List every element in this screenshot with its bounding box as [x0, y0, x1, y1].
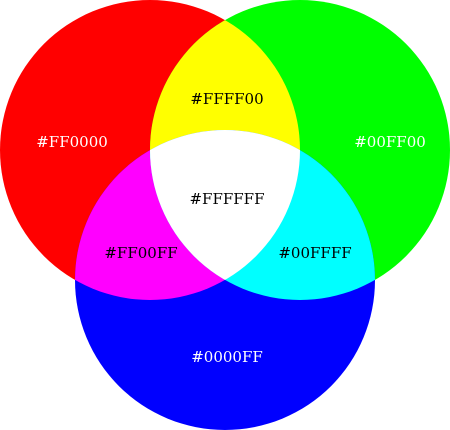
blue-label: #0000FF	[191, 348, 263, 366]
yellow-label: #FFFF00	[190, 90, 263, 108]
green-label: #00FF00	[354, 133, 426, 151]
rgb-venn-diagram: #FF0000 #00FF00 #FFFF00 #FFFFFF #FF00FF …	[0, 0, 450, 430]
white-label: #FFFFFF	[189, 190, 264, 208]
red-label: #FF0000	[36, 133, 108, 151]
magenta-label: #FF00FF	[104, 244, 177, 262]
cyan-label: #00FFFF	[278, 244, 351, 262]
